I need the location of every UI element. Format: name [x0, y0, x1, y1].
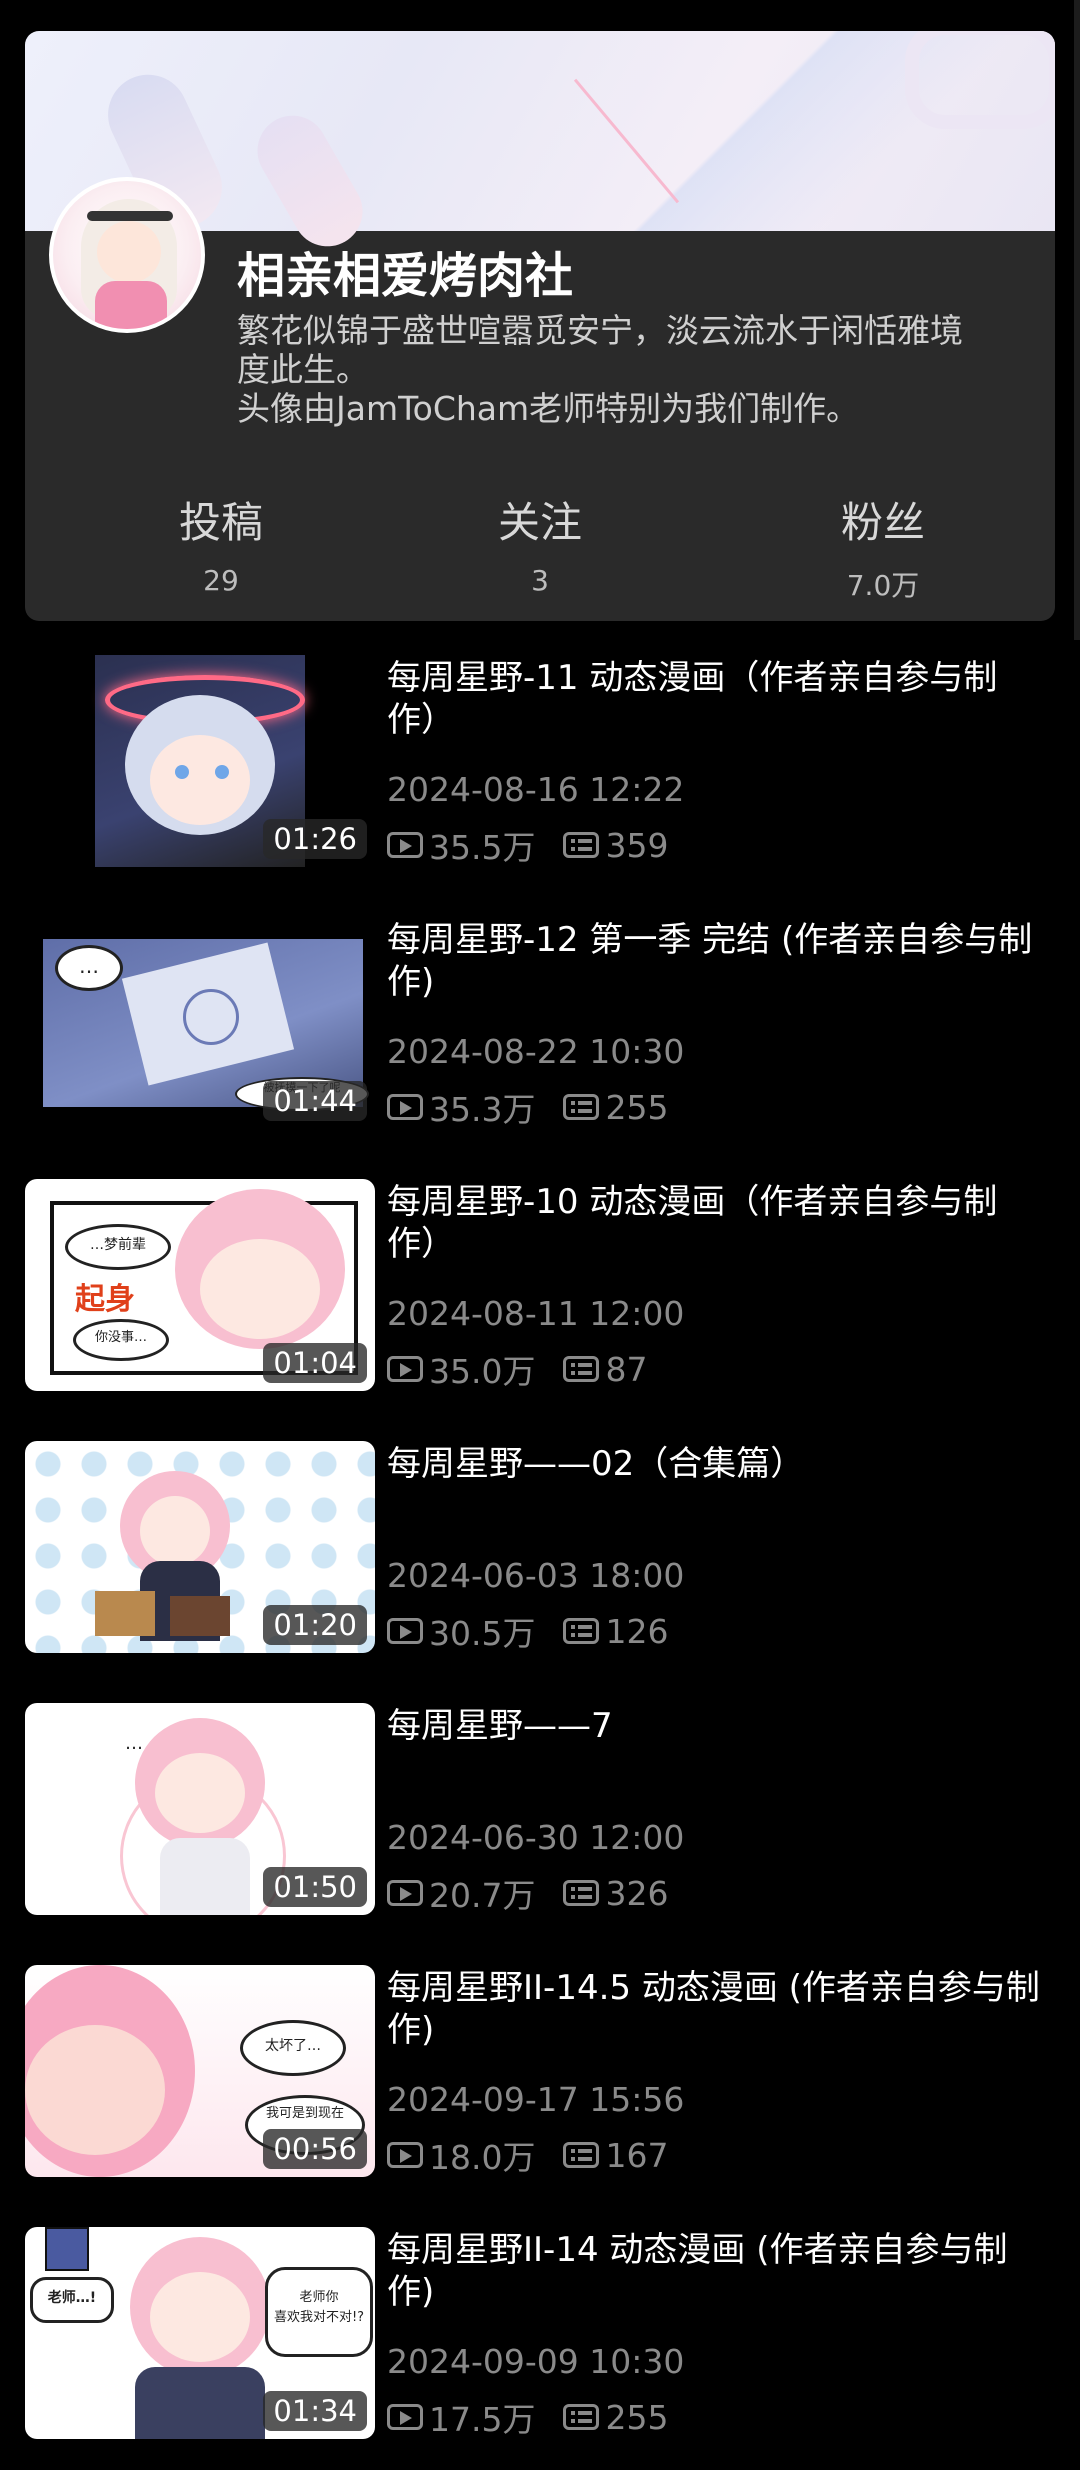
video-thumbnail[interactable]: … 被抚摸一下了呢 01:44 [25, 917, 375, 1129]
video-date: 2024-08-16 12:22 [387, 770, 685, 809]
view-count: 35.3万 [429, 1090, 536, 1129]
danmaku-icon [563, 1618, 600, 1644]
video-item[interactable]: 01:20 每周星野——02（合集篇） 2024-06-03 18:00 30.… [25, 1441, 1055, 1653]
video-thumbnail[interactable]: 老师…! 老师你 喜欢我对不对!? 01:34 [25, 2227, 375, 2439]
video-stats: 17.5万 255 [387, 2393, 668, 2441]
speech-bubble: 老师…! [30, 2277, 114, 2323]
play-count-icon [387, 1618, 423, 1644]
play-count-icon [387, 2142, 423, 2168]
play-count-icon [387, 1880, 423, 1906]
view-count: 17.5万 [429, 2400, 536, 2439]
danmaku-icon [563, 2404, 600, 2430]
stat-posts[interactable]: 投稿 29 [101, 489, 341, 597]
profile-bio: 繁花似锦于盛世喧嚣觅安宁，淡云流水于闲恬雅境 度此生。 头像由JamToCham… [237, 311, 1037, 428]
stat-label: 投稿 [178, 498, 263, 547]
bio-line: 繁花似锦于盛世喧嚣觅安宁，淡云流水于闲恬雅境 [237, 311, 963, 350]
duration-badge: 01:50 [263, 1867, 367, 1907]
video-title[interactable]: 每周星野-11 动态漫画（作者亲自参与制作） [387, 657, 1047, 741]
video-item[interactable]: … 被抚摸一下了呢 01:44 每周星野-12 第一季 完结 (作者亲自参与制作… [25, 917, 1055, 1129]
danmaku-count: 359 [605, 825, 669, 865]
stat-value: 7.0万 [846, 569, 920, 602]
video-thumbnail[interactable]: …梦前辈 起身 你没事… 01:04 [25, 1179, 375, 1391]
video-title[interactable]: 每周星野II-14 动态漫画 (作者亲自参与制作) [387, 2229, 1047, 2313]
duration-badge: 01:34 [263, 2391, 367, 2431]
video-thumbnail[interactable]: 01:26 [25, 655, 375, 867]
video-title[interactable]: 每周星野——02（合集篇） [387, 1443, 1047, 1485]
play-count-icon [387, 1094, 423, 1120]
danmaku-icon [563, 2142, 600, 2168]
view-count: 20.7万 [429, 1876, 536, 1915]
view-count: 35.0万 [429, 1352, 536, 1391]
duration-badge: 01:26 [263, 819, 367, 859]
video-thumbnail[interactable]: 太坏了… 我可是到现在 00:56 [25, 1965, 375, 2177]
shout-text: 起身 [75, 1282, 135, 1317]
video-item[interactable]: …梦前辈 起身 你没事… 01:04 每周星野-10 动态漫画（作者亲自参与制作… [25, 1179, 1055, 1391]
stat-following[interactable]: 关注 3 [420, 489, 660, 597]
danmaku-icon [563, 832, 600, 858]
danmaku-count: 87 [605, 1349, 648, 1389]
speech-bubble: 你没事… [73, 1319, 169, 1361]
video-date: 2024-09-09 10:30 [387, 2342, 685, 2381]
danmaku-count: 126 [605, 1611, 669, 1651]
video-stats: 20.7万 326 [387, 1869, 668, 1917]
video-date: 2024-06-03 18:00 [387, 1556, 685, 1595]
view-count: 18.0万 [429, 2138, 536, 2177]
duration-badge: 01:20 [263, 1605, 367, 1645]
view-count: 35.5万 [429, 828, 536, 867]
duration-badge: 01:04 [263, 1343, 367, 1383]
video-stats: 18.0万 167 [387, 2131, 668, 2179]
video-item[interactable]: 01:26 每周星野-11 动态漫画（作者亲自参与制作） 2024-08-16 … [25, 655, 1055, 867]
thumb-text: … [125, 1733, 143, 1754]
video-date: 2024-08-22 10:30 [387, 1032, 685, 1071]
play-count-icon [387, 832, 423, 858]
avatar[interactable] [49, 177, 205, 333]
play-count-icon [387, 1356, 423, 1382]
speech-bubble: 太坏了… [240, 2020, 346, 2076]
bubble-line: 老师你 [299, 2290, 339, 2305]
bio-line: 度此生。 [237, 350, 369, 389]
duration-badge: 01:44 [263, 1081, 367, 1121]
danmaku-count: 167 [605, 2135, 669, 2175]
stat-value: 3 [531, 564, 549, 597]
bubble-line: 喜欢我对不对!? [273, 2310, 365, 2325]
profile-card: 相亲相爱烤肉社 繁花似锦于盛世喧嚣觅安宁，淡云流水于闲恬雅境 度此生。 头像由J… [25, 31, 1055, 621]
speech-bubble: 老师你 喜欢我对不对!? [265, 2267, 373, 2357]
danmaku-icon [563, 1094, 600, 1120]
danmaku-count: 255 [605, 2397, 669, 2437]
view-count: 30.5万 [429, 1614, 536, 1653]
stat-label: 关注 [497, 498, 582, 547]
video-date: 2024-08-11 12:00 [387, 1294, 685, 1333]
bio-line: 头像由JamToCham老师特别为我们制作。 [237, 389, 860, 428]
video-title[interactable]: 每周星野-10 动态漫画（作者亲自参与制作） [387, 1181, 1047, 1265]
video-title[interactable]: 每周星野-12 第一季 完结 (作者亲自参与制作) [387, 919, 1047, 1003]
video-thumbnail[interactable]: … 01:50 [25, 1703, 375, 1915]
danmaku-count: 326 [605, 1873, 669, 1913]
speech-bubble: …梦前辈 [65, 1224, 171, 1270]
video-title[interactable]: 每周星野II-14.5 动态漫画 (作者亲自参与制作) [387, 1967, 1047, 2051]
stat-label: 粉丝 [840, 498, 925, 547]
video-stats: 35.0万 87 [387, 1345, 647, 1393]
video-item[interactable]: … 01:50 每周星野——7 2024-06-30 12:00 20.7万 3… [25, 1703, 1055, 1915]
stat-value: 29 [203, 564, 239, 597]
video-thumbnail[interactable]: 01:20 [25, 1441, 375, 1653]
stat-followers[interactable]: 粉丝 7.0万 [763, 489, 1003, 604]
video-stats: 30.5万 126 [387, 1607, 668, 1655]
video-item[interactable]: 太坏了… 我可是到现在 00:56 每周星野II-14.5 动态漫画 (作者亲自… [25, 1965, 1055, 2177]
speech-bubble: … [55, 945, 123, 991]
danmaku-icon [563, 1356, 600, 1382]
danmaku-icon [563, 1880, 600, 1906]
video-title[interactable]: 每周星野——7 [387, 1705, 1047, 1747]
video-date: 2024-09-17 15:56 [387, 2080, 685, 2119]
play-count-icon [387, 2404, 423, 2430]
profile-name: 相亲相爱烤肉社 [237, 248, 574, 304]
video-stats: 35.5万 359 [387, 821, 668, 869]
danmaku-count: 255 [605, 1087, 669, 1127]
video-stats: 35.3万 255 [387, 1083, 668, 1131]
duration-badge: 00:56 [263, 2129, 367, 2169]
video-item[interactable]: 老师…! 老师你 喜欢我对不对!? 01:34 每周星野II-14 动态漫画 (… [25, 2227, 1055, 2439]
video-date: 2024-06-30 12:00 [387, 1818, 685, 1857]
scrollbar[interactable] [1074, 0, 1080, 640]
